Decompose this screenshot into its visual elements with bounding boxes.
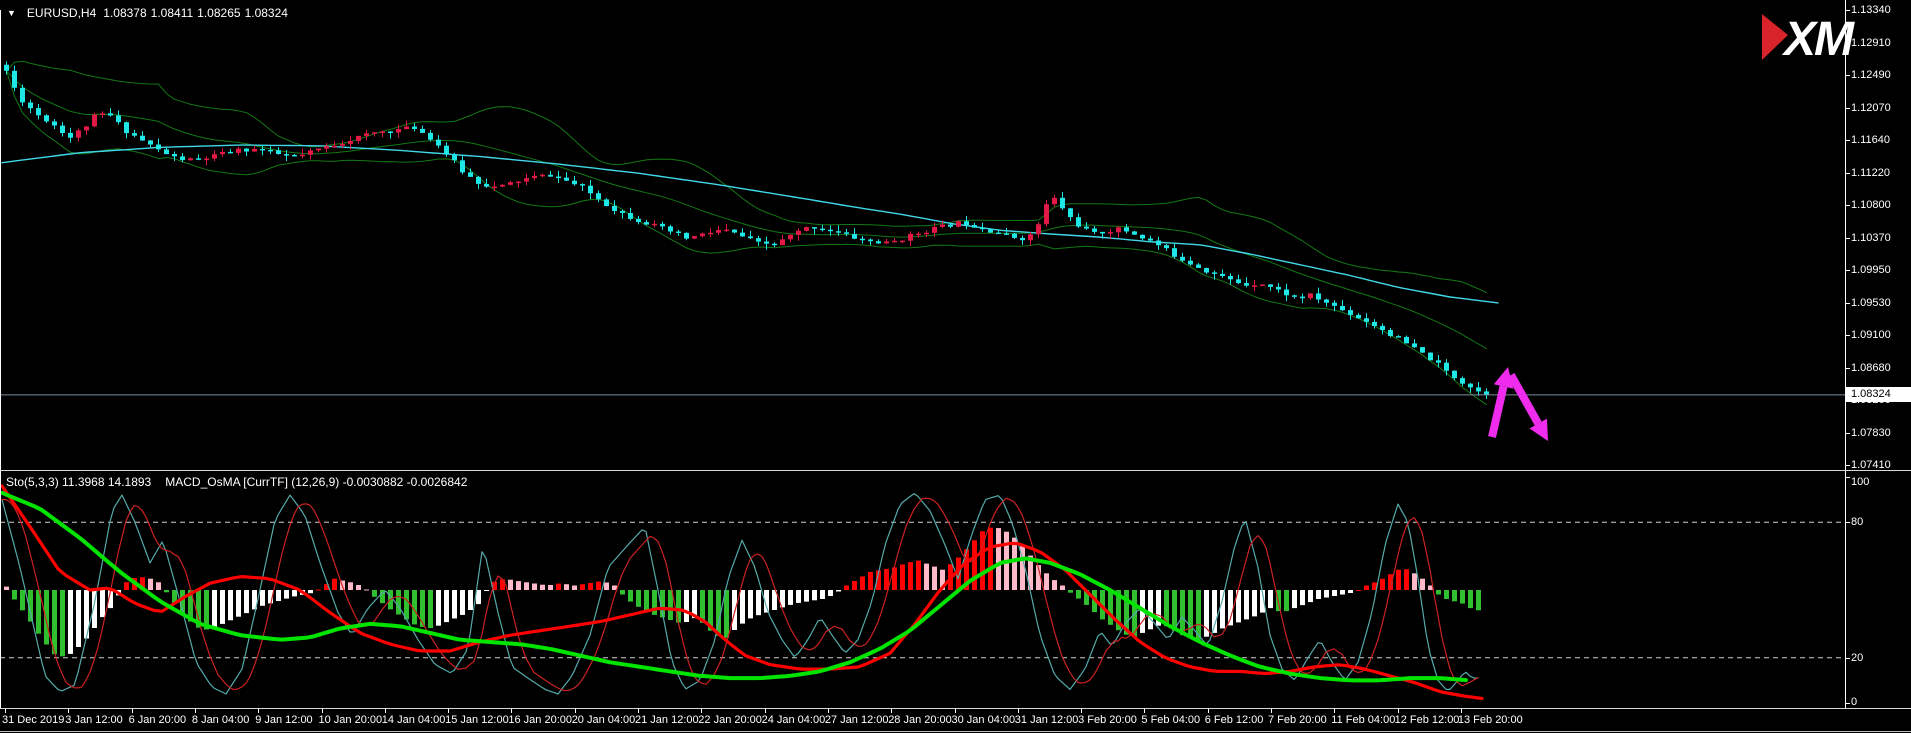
forecast-arrow-annotation[interactable] xyxy=(1492,367,1548,441)
current-price-tag: 1.08324 xyxy=(1846,387,1911,402)
time-axis-tick xyxy=(195,709,196,713)
stochastic-title: Sto(5,3,3) 11.3968 14.1893 xyxy=(6,475,151,489)
time-axis-label: 11 Feb 04:00 xyxy=(1331,715,1395,726)
price-axis-label: 1.12910 xyxy=(1851,38,1891,49)
axis-separator-line xyxy=(1845,0,1846,709)
symbol-timeframe-label: EURUSD,H4 xyxy=(27,6,96,20)
symbol-dropdown-icon[interactable]: ▼ xyxy=(7,8,16,18)
time-axis-label: 30 Jan 04:00 xyxy=(952,715,1016,726)
price-axis-label: 1.07830 xyxy=(1851,428,1891,439)
time-axis-tick xyxy=(1144,709,1145,713)
time-axis-label: 7 Feb 20:00 xyxy=(1268,715,1327,726)
time-axis-label: 5 Feb 04:00 xyxy=(1141,715,1200,726)
chart-left-border xyxy=(0,10,1,708)
panel-axis-label: 100 xyxy=(1851,477,1869,488)
time-axis-tick xyxy=(322,709,323,713)
mt4-chart-window: ▼ EURUSD,H4 1.08378 1.08411 1.08265 1.08… xyxy=(0,0,1911,733)
oscillator-panel xyxy=(0,486,1845,699)
ohlc-high: 1.08411 xyxy=(151,6,194,20)
price-axis-label: 1.10370 xyxy=(1851,233,1891,244)
time-axis-tick xyxy=(385,709,386,713)
main-chart-canvas[interactable] xyxy=(0,0,1845,733)
time-axis-tick xyxy=(1081,709,1082,713)
time-axis-label: 3 Jan 12:00 xyxy=(65,715,123,726)
time-axis-tick xyxy=(765,709,766,713)
subwindow-divider[interactable] xyxy=(0,470,1911,471)
slow-green-signal-line xyxy=(2,493,1466,681)
time-axis-label: 20 Jan 04:00 xyxy=(572,715,636,726)
panel-axis-label: 20 xyxy=(1851,653,1863,664)
time-axis-label: 28 Jan 20:00 xyxy=(888,715,952,726)
price-axis-label: 1.08680 xyxy=(1851,363,1891,374)
symbol-ohlc-line: ▼ EURUSD,H4 1.08378 1.08411 1.08265 1.08… xyxy=(7,6,288,20)
macd-osma-title: MACD_OsMA [CurrTF] (12,26,9) -0.0030882 … xyxy=(165,475,467,489)
time-axis-tick xyxy=(955,709,956,713)
ohlc-close: 1.08324 xyxy=(245,6,288,20)
time-axis-tick xyxy=(1018,709,1019,713)
bollinger-bands xyxy=(7,61,1487,404)
time-axis-label: 22 Jan 20:00 xyxy=(698,715,762,726)
indicator-header: Sto(5,3,3) 11.3968 14.1893 MACD_OsMA [Cu… xyxy=(6,475,467,489)
time-axis-label: 9 Jan 12:00 xyxy=(255,715,313,726)
price-axis-label: 1.10800 xyxy=(1851,200,1891,211)
time-axis-tick xyxy=(891,709,892,713)
time-axis-label: 24 Jan 04:00 xyxy=(762,715,826,726)
panel-axis-label: 80 xyxy=(1851,517,1863,528)
time-axis-tick xyxy=(5,709,6,713)
time-axis-tick xyxy=(1398,709,1399,713)
time-axis-label: 15 Jan 12:00 xyxy=(445,715,509,726)
time-axis-tick xyxy=(1461,709,1462,713)
price-axis-label: 1.13340 xyxy=(1851,5,1891,16)
time-axis-label: 13 Feb 20:00 xyxy=(1458,715,1523,726)
price-axis-label: 1.09530 xyxy=(1851,298,1891,309)
time-axis-label: 31 Dec 2019 xyxy=(2,715,64,726)
xm-logo-text: XM xyxy=(1781,13,1855,66)
osma-histogram xyxy=(4,528,1481,657)
time-axis-label: 16 Jan 20:00 xyxy=(508,715,572,726)
price-axis-label: 1.11640 xyxy=(1851,135,1890,146)
time-axis-tick xyxy=(638,709,639,713)
ohlc-low: 1.08265 xyxy=(197,6,240,20)
price-axis-label: 1.09950 xyxy=(1851,265,1891,276)
time-axis-label: 31 Jan 12:00 xyxy=(1015,715,1079,726)
price-axis-label: 1.11220 xyxy=(1851,168,1890,179)
time-axis-tick xyxy=(701,709,702,713)
time-axis-tick xyxy=(1271,709,1272,713)
price-axis-label: 1.09100 xyxy=(1851,330,1891,341)
time-axis-label: 12 Feb 12:00 xyxy=(1395,715,1460,726)
time-axis-tick xyxy=(132,709,133,713)
candles xyxy=(4,61,1489,399)
time-axis-label: 6 Feb 12:00 xyxy=(1205,715,1264,726)
price-axis-label: 1.12490 xyxy=(1851,70,1891,81)
time-axis-tick xyxy=(828,709,829,713)
time-axis-label: 3 Feb 20:00 xyxy=(1078,715,1137,726)
time-axis-tick xyxy=(575,709,576,713)
time-axis-tick xyxy=(1334,709,1335,713)
time-axis-tick xyxy=(68,709,69,713)
time-axis-label: 14 Jan 04:00 xyxy=(382,715,446,726)
time-axis-label: 27 Jan 12:00 xyxy=(825,715,889,726)
time-axis-tick xyxy=(448,709,449,713)
ohlc-open: 1.08378 xyxy=(103,6,146,20)
time-axis-label: 6 Jan 20:00 xyxy=(129,715,187,726)
time-axis-tick xyxy=(1208,709,1209,713)
panel-axis-label: 0 xyxy=(1851,697,1857,708)
time-axis-label: 21 Jan 12:00 xyxy=(635,715,699,726)
time-axis-label: 8 Jan 04:00 xyxy=(192,715,250,726)
time-axis-divider xyxy=(0,708,1911,709)
window-bottom-edge xyxy=(0,731,1911,732)
price-axis-label: 1.12070 xyxy=(1851,103,1891,114)
time-axis-label: 10 Jan 20:00 xyxy=(319,715,383,726)
time-axis-tick xyxy=(511,709,512,713)
time-axis-tick xyxy=(258,709,259,713)
